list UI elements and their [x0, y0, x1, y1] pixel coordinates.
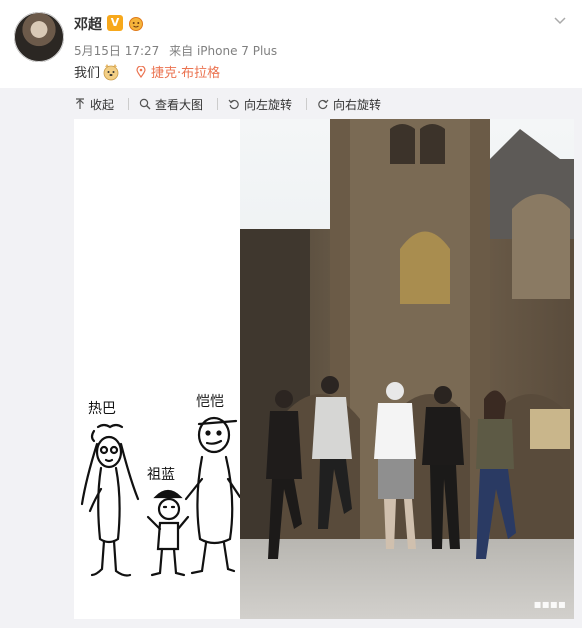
sketch-figure-tall — [184, 416, 242, 575]
sketch-figure-boy — [146, 489, 190, 577]
view-large-button[interactable]: 查看大图 — [139, 96, 203, 113]
verified-badge-icon: V — [107, 15, 123, 31]
location-link[interactable]: 捷克·布拉格 — [136, 62, 220, 81]
rotate-right-button[interactable]: 向右旋转 — [317, 96, 381, 113]
weibo-post: 邓超 V 5月15日 17:27 来自 iPhone 7 Plus 我们 捷克·… — [0, 0, 582, 628]
member-emoji-icon — [127, 15, 145, 31]
post-date[interactable]: 5月15日 17:27 — [74, 44, 159, 58]
rotate-left-label: 向左旋转 — [244, 97, 293, 112]
sketch-label-kaikai: 恺恺 — [196, 394, 224, 410]
dog-emoji-icon — [102, 63, 122, 81]
collapse-button[interactable]: 收起 — [74, 96, 114, 113]
rotate-right-icon — [317, 98, 329, 110]
sketch-label-reba: 热巴 — [88, 401, 116, 417]
view-large-label: 查看大图 — [155, 97, 204, 112]
cathedral-photo: ▪▪▪▪ — [240, 119, 574, 619]
post-source[interactable]: 来自 iPhone 7 Plus — [169, 44, 277, 58]
rotate-right-label: 向右旋转 — [333, 97, 382, 112]
rotate-left-button[interactable]: 向左旋转 — [228, 96, 292, 113]
post-content: 我们 捷克·布拉格 — [74, 62, 220, 81]
sketch-figure-girl — [80, 423, 140, 577]
chevron-down-icon[interactable] — [554, 14, 566, 29]
arrow-up-icon — [74, 98, 86, 110]
post-meta: 5月15日 17:27 来自 iPhone 7 Plus — [74, 42, 283, 59]
location-pin-icon — [136, 65, 146, 78]
watermark: ▪▪▪▪ — [533, 597, 566, 611]
sketch-label-zulan: 祖蓝 — [147, 467, 175, 483]
avatar[interactable] — [14, 12, 64, 62]
post-image[interactable]: 热巴 祖蓝 恺恺 ▪▪▪▪ — [74, 119, 574, 619]
toolbar-divider — [128, 98, 130, 110]
collapse-label: 收起 — [90, 97, 115, 112]
post-text: 我们 — [74, 66, 101, 81]
media-toolbar: 收起 查看大图 向左旋转 向右旋转 — [74, 95, 395, 113]
location-label: 捷克·布拉格 — [151, 66, 221, 81]
magnifier-icon — [139, 98, 151, 110]
sketch-panel: 热巴 祖蓝 恺恺 — [74, 119, 242, 619]
toolbar-divider — [306, 98, 308, 110]
username[interactable]: 邓超 — [74, 14, 102, 34]
toolbar-divider — [217, 98, 219, 110]
rotate-left-icon — [228, 98, 240, 110]
